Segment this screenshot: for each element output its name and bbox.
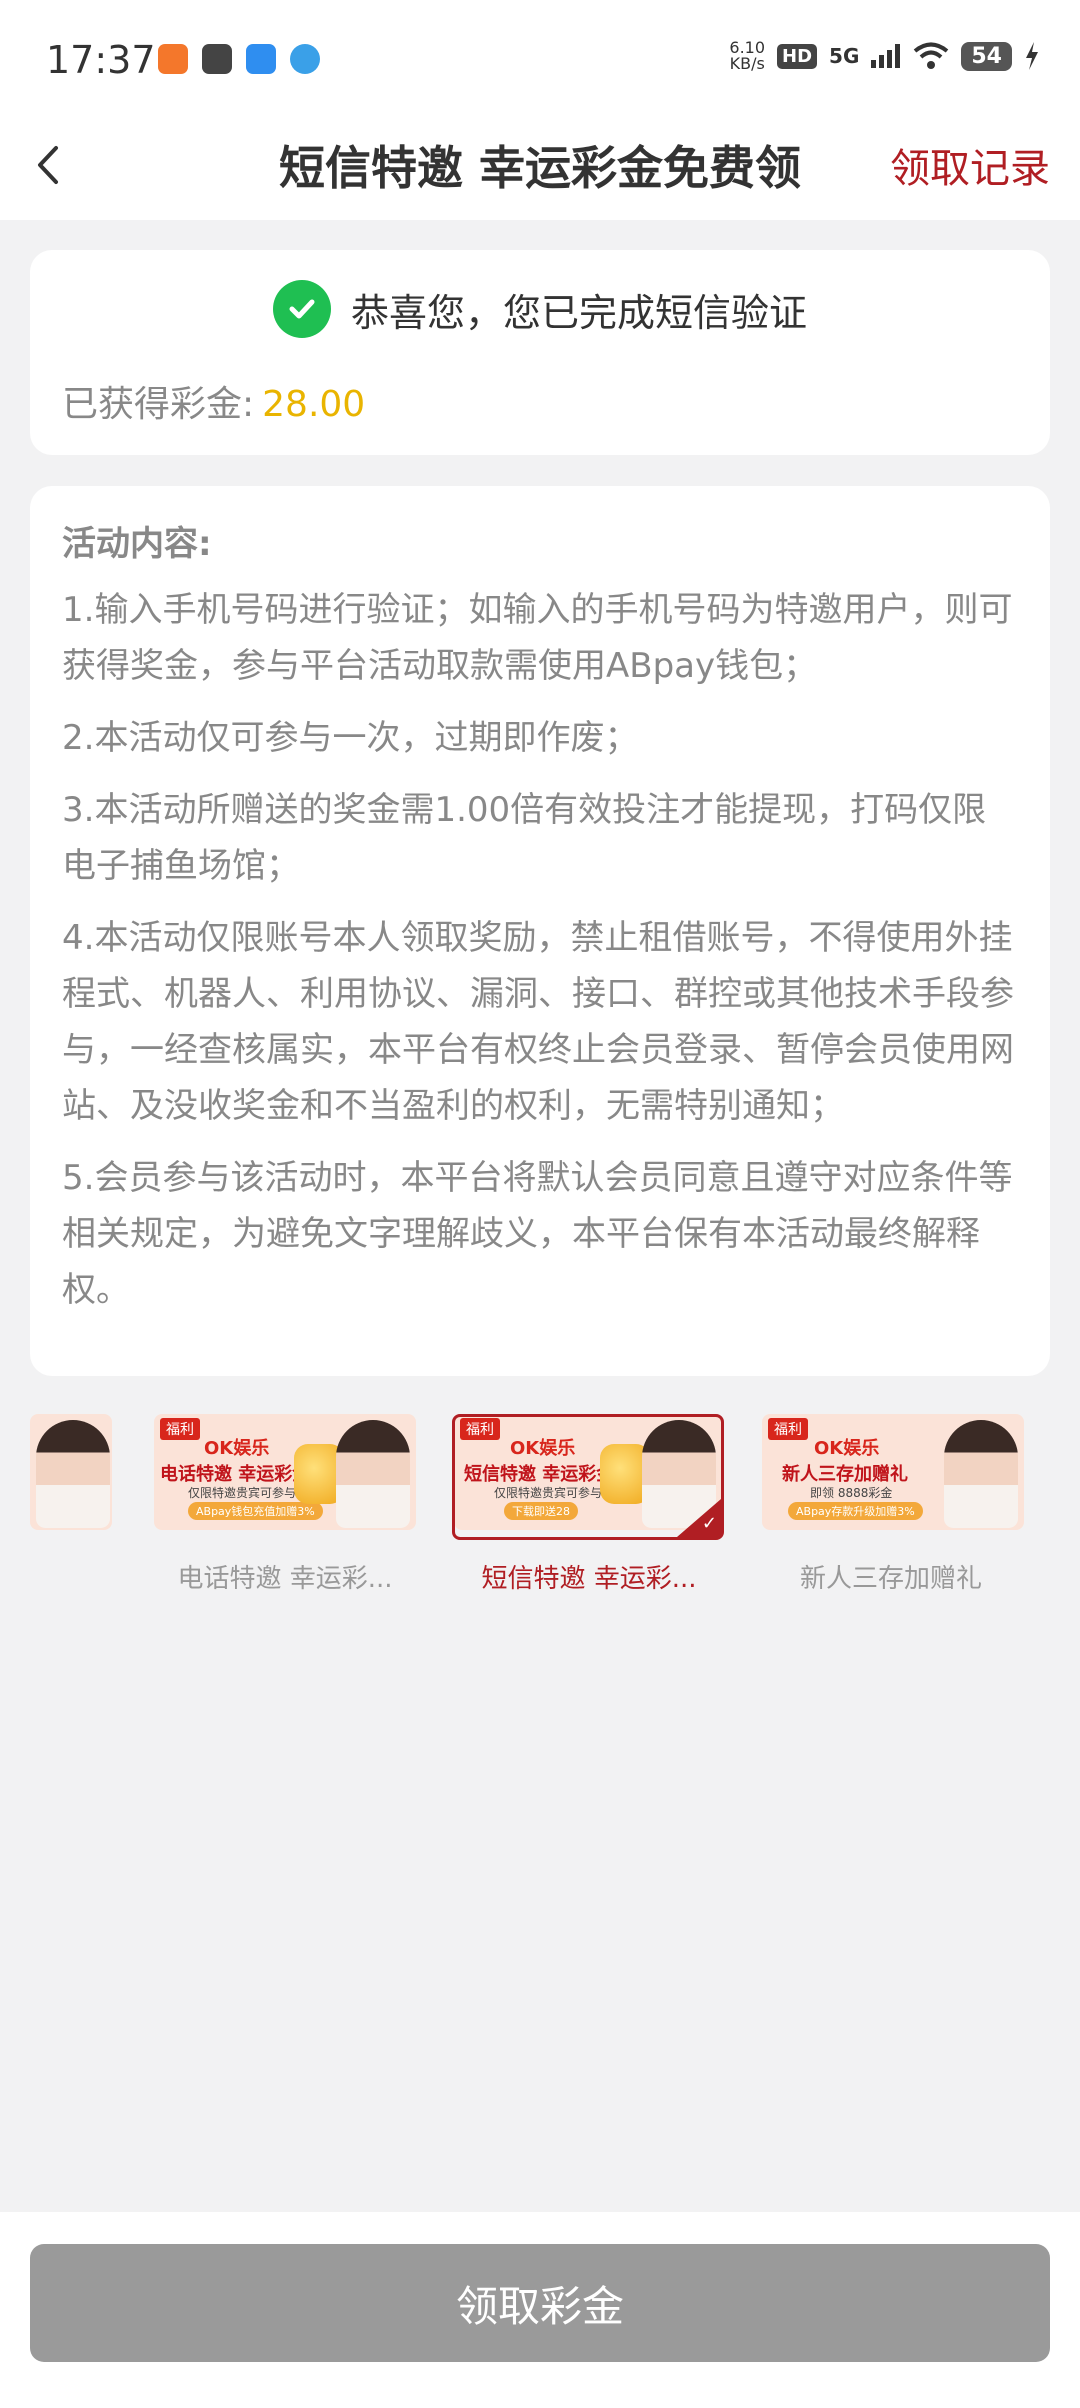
app-icon — [202, 44, 232, 74]
nav-bar: 短信特邀 幸运彩金免费领 领取记录 — [0, 110, 1080, 220]
earned-bonus: 已获得彩金: 28.00 — [62, 375, 365, 427]
charging-icon — [1026, 42, 1038, 70]
hd-icon: HD — [777, 43, 818, 69]
chat-icon — [290, 44, 320, 74]
rule-item: 4.本活动仅限账号本人领取奖励，禁止租借账号，不得使用外挂程式、机器人、利用协议… — [62, 918, 1014, 1126]
promo-banner-newcomer[interactable]: 福利 OK娱乐 新人三存加赠礼 即领 8888彩金 ABpay存款升级加赠3% — [762, 1414, 1024, 1530]
banner-model-image — [36, 1420, 110, 1528]
earned-label: 已获得彩金: — [62, 384, 255, 425]
app-icon — [246, 44, 276, 74]
status-indicators: 6.10 KB/s HD 5G 54 — [729, 40, 1040, 72]
rules-title: 活动内容: — [62, 524, 212, 564]
promo-label[interactable]: 新人三存加赠礼 — [756, 1558, 1026, 1595]
status-time: 17:37 — [46, 38, 156, 82]
network-icon: 5G — [829, 44, 860, 68]
success-check-icon — [272, 280, 331, 338]
banner-model-image — [336, 1420, 410, 1528]
verification-status: 恭喜您，您已完成短信验证 — [30, 280, 1050, 338]
bottom-bar: 领取彩金 — [0, 2212, 1080, 2408]
claim-bonus-button[interactable]: 领取彩金 — [30, 2244, 1050, 2362]
app-icon — [158, 44, 188, 74]
rule-item: 3.本活动所赠送的奖金需1.00倍有效投注才能提现，打码仅限电子捕鱼场馆； — [62, 790, 987, 886]
net-speed: 6.10 KB/s — [729, 38, 766, 73]
rules-card: 活动内容: 1.输入手机号码进行验证；如输入的手机号码为特邀用户，则可获得奖金，… — [30, 486, 1050, 1376]
rule-item: 1.输入手机号码进行验证；如输入的手机号码为特邀用户，则可获得奖金，参与平台活动… — [62, 590, 1013, 686]
promo-carousel[interactable]: 福利 OK娱乐 电话特邀 幸运彩金免费领 仅限特邀贵宾可参与 ABpay钱包充值… — [0, 1410, 1080, 1594]
banner-model-image — [944, 1420, 1018, 1528]
claim-record-link[interactable]: 领取记录 — [890, 136, 1050, 194]
rule-item: 5.会员参与该活动时，本平台将默认会员同意且遵守对应条件等相关规定，为避免文字理… — [62, 1158, 1013, 1310]
promo-label-selected[interactable]: 短信特邀 幸运彩... — [454, 1558, 724, 1595]
rule-item: 2.本活动仅可参与一次，过期即作废； — [62, 718, 639, 758]
status-bar: 17:37 6.10 KB/s HD 5G 54 — [0, 0, 1080, 110]
selected-check-icon: ✓ — [701, 1513, 717, 1534]
promo-banner-partial[interactable] — [30, 1414, 112, 1530]
battery-icon: 54 — [961, 41, 1012, 71]
verification-message: 恭喜您，您已完成短信验证 — [350, 290, 807, 335]
verification-card: 恭喜您，您已完成短信验证 已获得彩金: 28.00 — [30, 250, 1050, 455]
signal-icon — [871, 44, 901, 68]
earned-amount: 28.00 — [262, 384, 366, 425]
promo-label[interactable]: 电话特邀 幸运彩... — [150, 1558, 420, 1595]
promo-banner-phone-invite[interactable]: 福利 OK娱乐 电话特邀 幸运彩金免费领 仅限特邀贵宾可参与 ABpay钱包充值… — [154, 1414, 416, 1530]
selected-frame: ✓ — [452, 1414, 724, 1540]
rules-list: 1.输入手机号码进行验证；如输入的手机号码为特邀用户，则可获得奖金，参与平台活动… — [62, 582, 1018, 1334]
status-app-icons — [158, 44, 320, 74]
wifi-icon — [914, 42, 949, 69]
